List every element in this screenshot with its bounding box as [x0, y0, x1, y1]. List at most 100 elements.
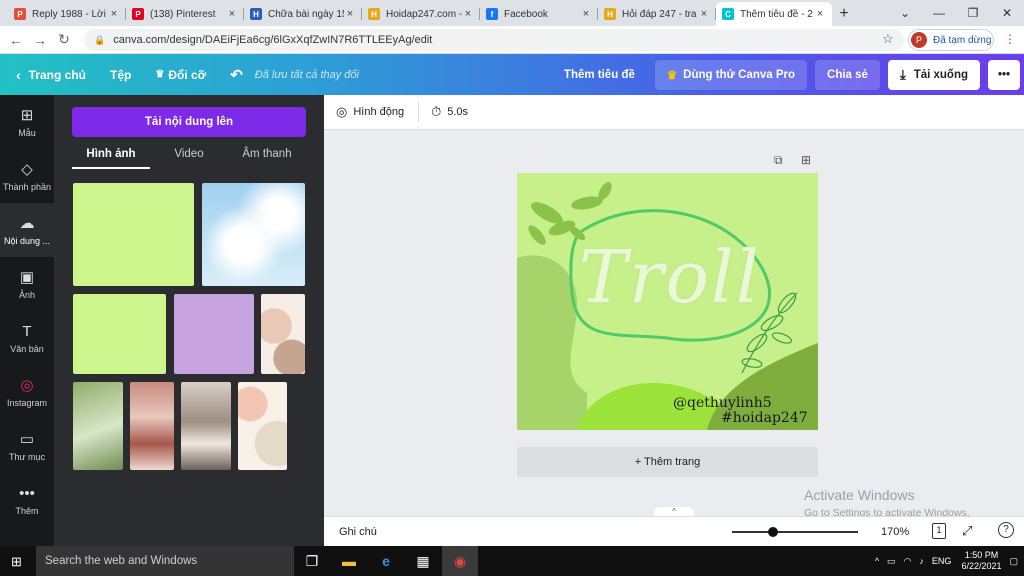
browser-menu-icon[interactable]: ⋮	[1004, 32, 1016, 46]
add-title-button[interactable]: Thêm tiêu đề	[552, 60, 647, 90]
rail-item-6[interactable]: ▭ Thư mục	[0, 419, 54, 473]
profile-button[interactable]: P Đã tạm dừng	[908, 29, 994, 51]
rail-icon: ▭	[19, 431, 35, 448]
share-button[interactable]: Chia sẻ	[815, 59, 880, 90]
close-window-button[interactable]: ✕	[990, 0, 1024, 26]
taskbar-search-placeholder: Search the web and Windows	[45, 555, 198, 567]
file-explorer-icon[interactable]: ▬	[338, 551, 360, 571]
bookmark-star-icon[interactable]: ☆	[882, 31, 894, 47]
uploaded-image-pastel[interactable]	[261, 294, 305, 374]
restore-button[interactable]: ❐	[956, 0, 990, 26]
uploaded-image-photo-3[interactable]	[181, 382, 231, 470]
rail-label: Ảnh	[18, 290, 35, 300]
browser-tab[interactable]: H Chữa bài ngày 15 ×	[244, 2, 362, 26]
task-view-icon[interactable]: ❐	[301, 551, 323, 571]
tab-title: (138) Pinterest	[150, 8, 216, 20]
rail-label: Nội dung ...	[3, 236, 51, 246]
close-tab-icon[interactable]: ×	[344, 8, 356, 20]
zoom-slider[interactable]	[732, 527, 858, 537]
back-icon[interactable]: ←	[4, 32, 28, 48]
browser-tab[interactable]: H Hoidap247.com - ×	[362, 2, 480, 26]
close-tab-icon[interactable]: ×	[226, 8, 238, 20]
windows-start-icon[interactable]: ⊞	[11, 554, 22, 570]
download-button[interactable]: ⤓ Tải xuống	[887, 59, 980, 90]
design-handle-text[interactable]: @qethuylinh5	[673, 395, 772, 411]
uploaded-image-photo-1[interactable]	[73, 382, 123, 470]
try-pro-label: Dùng thử Canva Pro	[683, 68, 796, 81]
browser-tab[interactable]: P (138) Pinterest ×	[126, 2, 244, 26]
forward-icon[interactable]: →	[28, 32, 52, 48]
battery-icon[interactable]: ▭	[887, 556, 896, 567]
language-indicator[interactable]: ENG	[932, 556, 952, 566]
uploaded-image-pastel-2[interactable]	[238, 382, 287, 470]
clock[interactable]: 1:50 PM 6/22/2021	[961, 550, 1001, 572]
taskbar-search-input[interactable]: Search the web and Windows	[36, 546, 294, 576]
resize-button[interactable]: ♛ Đổi cỡ	[155, 68, 206, 82]
wifi-icon[interactable]: ◠	[904, 556, 912, 567]
url-field[interactable]: 🔒 canva.com/design/DAEiFjEa6cg/6lGxXqfZw…	[84, 29, 904, 51]
download-label: Tải xuống	[913, 68, 968, 81]
tab-favicon-icon: H	[368, 8, 380, 20]
browser-tab[interactable]: f Facebook ×	[480, 2, 598, 26]
rail-item-2[interactable]: ☁ Nội dung ...	[0, 203, 54, 257]
uploaded-image-green-2[interactable]	[73, 294, 166, 374]
tab-audio[interactable]: Âm thanh	[228, 143, 306, 169]
undo-button[interactable]: ↶	[230, 66, 243, 84]
add-page-icon[interactable]: ⊞	[801, 153, 811, 167]
system-tray: ^ ▭ ◠ ♪ ENG 1:50 PM 6/22/2021 ▢	[875, 546, 1018, 576]
tab-search-icon[interactable]: ⌄	[888, 0, 922, 26]
clock-date: 6/22/2021	[961, 561, 1002, 571]
url-text: canva.com/design/DAEiFjEa6cg/6lGxXqfZwIN…	[113, 34, 433, 46]
add-page-button[interactable]: + Thêm trang	[517, 447, 818, 477]
file-menu[interactable]: Tệp	[110, 68, 131, 82]
tab-images[interactable]: Hình ảnh	[72, 143, 150, 169]
close-tab-icon[interactable]: ×	[698, 8, 710, 20]
rail-item-4[interactable]: T Văn bản	[0, 311, 54, 365]
fullscreen-icon[interactable]: ⤢	[962, 523, 972, 539]
minimize-button[interactable]: —	[922, 0, 956, 26]
new-tab-button[interactable]: +	[832, 2, 856, 26]
tab-video[interactable]: Video	[150, 143, 228, 169]
duration-button[interactable]: ⏱ 5.0s	[431, 104, 468, 120]
uploaded-image-sky[interactable]	[202, 183, 305, 286]
close-tab-icon[interactable]: ×	[108, 8, 120, 20]
zoom-level[interactable]: 170%	[881, 526, 909, 538]
close-tab-icon[interactable]: ×	[462, 8, 474, 20]
store-icon[interactable]: ▦	[412, 551, 434, 571]
uploaded-image-lavender[interactable]	[174, 294, 254, 374]
upload-media-button[interactable]: Tải nội dung lên	[72, 107, 306, 137]
design-title-text[interactable]: Troll	[579, 235, 761, 319]
media-tabs: Hình ảnh Video Âm thanh	[72, 143, 306, 169]
design-hashtag-text[interactable]: #hoidap247	[721, 410, 808, 426]
animate-button[interactable]: ◎ Hình động	[336, 104, 404, 120]
uploaded-image-photo-2[interactable]	[130, 382, 174, 470]
close-tab-icon[interactable]: ×	[580, 8, 592, 20]
design-canvas[interactable]: Troll @qethuylinh5 #hoidap247	[517, 173, 818, 430]
volume-icon[interactable]: ♪	[919, 556, 924, 566]
notifications-icon[interactable]: ▢	[1009, 556, 1018, 567]
more-options-button[interactable]: •••	[988, 59, 1020, 90]
browser-tab[interactable]: H Hỏi đáp 247 - tra ×	[598, 2, 716, 26]
rail-item-1[interactable]: ◇ Thành phần	[0, 149, 54, 203]
rail-item-7[interactable]: ••• Thêm	[0, 473, 54, 527]
edge-icon[interactable]: e	[375, 551, 397, 571]
notes-button[interactable]: Ghi chú	[339, 526, 377, 538]
try-pro-button[interactable]: ♛ Dùng thử Canva Pro	[654, 59, 808, 90]
close-tab-icon[interactable]: ×	[814, 8, 826, 20]
chrome-icon[interactable]: ◉	[442, 546, 478, 576]
zoom-slider-handle[interactable]	[768, 527, 778, 537]
browser-tab[interactable]: C Thêm tiêu đề - 2 ×	[716, 2, 832, 26]
page-count-button[interactable]: 1	[932, 523, 946, 539]
rail-icon: ☁	[19, 215, 35, 232]
rail-item-3[interactable]: ▣ Ảnh	[0, 257, 54, 311]
browser-tab[interactable]: P Reply 1988 - Lời ×	[8, 2, 126, 26]
rail-item-5[interactable]: ◎ Instagram	[0, 365, 54, 419]
tab-title: Thêm tiêu đề - 2	[740, 8, 813, 20]
reload-icon[interactable]: ↻	[52, 31, 76, 48]
rail-item-0[interactable]: ⊞ Mẫu	[0, 95, 54, 149]
help-icon[interactable]: ?	[998, 522, 1014, 538]
tray-chevron-icon[interactable]: ^	[875, 556, 879, 566]
uploaded-image-green[interactable]	[73, 183, 194, 286]
home-button[interactable]: ‹ Trang chủ	[16, 67, 86, 83]
duplicate-page-icon[interactable]: ⧉	[774, 153, 783, 168]
